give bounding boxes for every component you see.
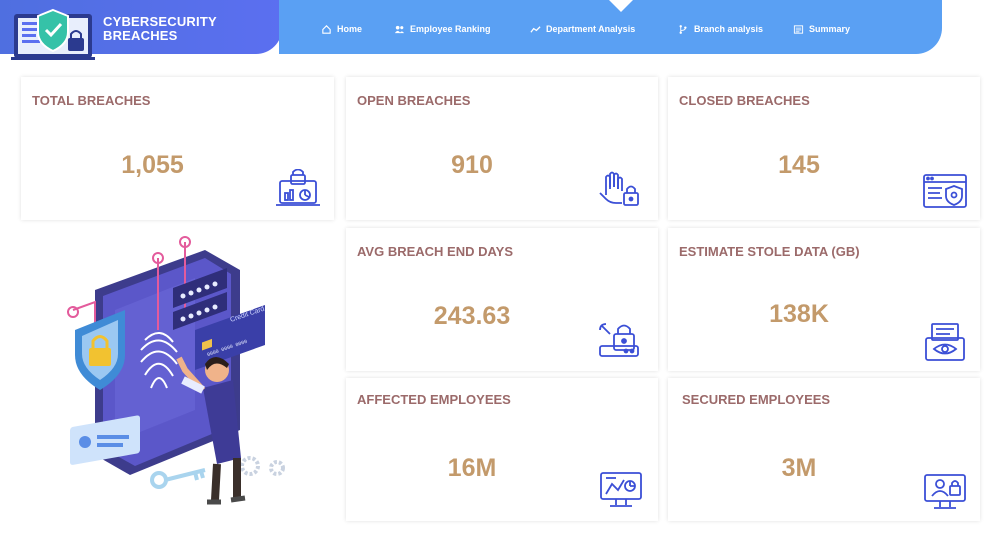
top-navbar: Home Employee Ranking Department Analysi… [279, 0, 942, 54]
nav-summary[interactable]: Summary [793, 23, 850, 35]
active-nav-indicator [609, 0, 633, 12]
nav-employee-ranking-label: Employee Ranking [410, 24, 491, 34]
card-total-breaches-title: TOTAL BREACHES [32, 93, 151, 108]
card-estimate-stole-data-value: 138K [769, 300, 829, 328]
hand-lock-icon [599, 171, 639, 206]
nav-home[interactable]: Home [321, 23, 362, 35]
browser-shield-icon [923, 174, 967, 208]
app-title-line2: BREACHES [103, 28, 178, 43]
trend-icon [530, 25, 541, 33]
laptop-lock-icon [276, 169, 320, 206]
shield-laptop-logo-icon [11, 8, 95, 60]
monitor-chart-icon [600, 472, 642, 507]
security-illustration: Credit Card 0000 0000 0000 [67, 236, 285, 505]
card-total-breaches: TOTAL BREACHES 1,055 [21, 77, 334, 220]
card-secured-employees: SECURED EMPLOYEES 3M [668, 378, 980, 521]
summary-icon [793, 24, 804, 34]
app-header-logo: CYBERSECURITY BREACHES [0, 0, 282, 60]
card-closed-breaches-title: CLOSED BREACHES [679, 93, 810, 108]
printer-eye-icon [925, 323, 965, 361]
card-total-breaches-value: 1,055 [121, 151, 184, 179]
card-closed-breaches-value: 145 [778, 151, 820, 179]
users-icon [394, 25, 405, 33]
app-title-line1: CYBERSECURITY [103, 14, 217, 29]
branch-icon [679, 24, 687, 34]
home-icon [322, 24, 331, 34]
card-avg-breach-end-days-value: 243.63 [433, 302, 511, 330]
card-avg-breach-end-days-title: AVG BREACH END DAYS [357, 244, 514, 259]
nav-branch-analysis-label: Branch analysis [694, 24, 764, 34]
monitor-hacker-icon [924, 474, 966, 509]
card-secured-employees-value: 3M [781, 454, 817, 482]
card-open-breaches: OPEN BREACHES 910 [346, 77, 658, 220]
nav-department-analysis-label: Department Analysis [546, 24, 636, 34]
card-avg-breach-end-days: AVG BREACH END DAYS 243.63 [346, 228, 658, 371]
card-estimate-stole-data: ESTIMATE STOLE DATA (GB) 138K [668, 228, 980, 371]
card-secured-employees-title: SECURED EMPLOYEES [682, 392, 831, 407]
nav-home-label: Home [337, 24, 363, 34]
app-title: CYBERSECURITY BREACHES [103, 15, 217, 43]
card-affected-employees-value: 16M [447, 454, 497, 482]
card-affected-employees: AFFECTED EMPLOYEES 16M [346, 378, 658, 521]
nav-branch-analysis[interactable]: Branch analysis [678, 23, 763, 35]
nav-summary-label: Summary [809, 24, 851, 34]
card-estimate-stole-data-title: ESTIMATE STOLE DATA (GB) [679, 244, 860, 259]
nav-department-analysis[interactable]: Department Analysis [530, 23, 635, 35]
card-affected-employees-title: AFFECTED EMPLOYEES [357, 392, 511, 407]
nav-employee-ranking[interactable]: Employee Ranking [394, 23, 491, 35]
lock-tools-icon [599, 323, 639, 357]
card-open-breaches-title: OPEN BREACHES [357, 93, 471, 108]
card-closed-breaches: CLOSED BREACHES 145 [668, 77, 980, 220]
card-open-breaches-value: 910 [451, 151, 493, 179]
